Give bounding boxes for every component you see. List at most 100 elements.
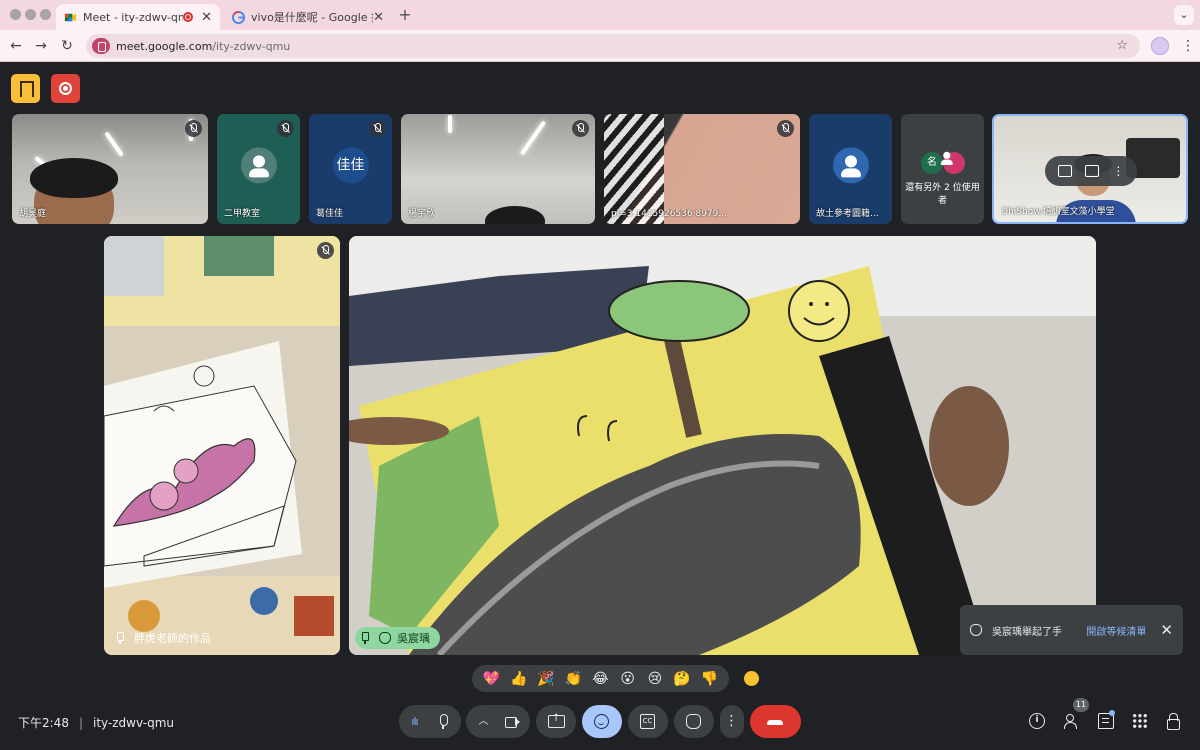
- tab-close-icon[interactable]: ✕: [201, 10, 212, 25]
- mic-off-icon: [185, 120, 202, 137]
- tab-title: Meet - ity-zdwv-qmu: [83, 10, 183, 24]
- browser-toolbar: ← → ↻ meet.google.com/ity-zdwv-qmu ☆: [0, 30, 1200, 62]
- ceiling-light: [448, 115, 452, 133]
- site-info-icon[interactable]: [92, 38, 110, 54]
- presenter-name: 吳宸瑀: [355, 627, 440, 649]
- more-participants-label: 還有另外 2 位使用者: [905, 183, 980, 206]
- open-queue-link[interactable]: 開啟等候清單: [1086, 623, 1146, 638]
- present-screen-icon: [548, 713, 565, 729]
- participant-tile[interactable]: 佳佳 葛佳佳: [309, 114, 392, 224]
- recording-indicator-icon[interactable]: [51, 74, 80, 103]
- meeting-code: ity-zdwv-qmu: [93, 715, 175, 730]
- window-minimize-button[interactable]: [25, 9, 36, 20]
- reaction-thumbs-up-button[interactable]: 👍: [509, 672, 529, 686]
- tab-search-chevron-icon[interactable]: ⌄: [1174, 5, 1194, 25]
- people-icon[interactable]: [1064, 713, 1080, 729]
- pin-icon[interactable]: [114, 632, 126, 644]
- pin-icon[interactable]: [359, 632, 371, 644]
- activities-icon[interactable]: [1132, 713, 1148, 729]
- camera-button[interactable]: [505, 714, 520, 729]
- reaction-heart-button[interactable]: 💖: [482, 672, 502, 686]
- tab-close-icon[interactable]: ✕: [373, 10, 384, 25]
- reaction-surprised-button[interactable]: 😮: [618, 672, 638, 686]
- reaction-thinking-button[interactable]: 🤔: [672, 672, 692, 686]
- recording-icon: [183, 12, 194, 22]
- window-zoom-button[interactable]: [40, 9, 51, 20]
- profile-avatar[interactable]: [1151, 37, 1169, 55]
- reaction-party-button[interactable]: 🎉: [536, 672, 556, 686]
- more-participants-tile[interactable]: 名 還有另外 2 位使用者: [901, 114, 984, 224]
- more-options-icon[interactable]: ⋮: [1112, 164, 1124, 178]
- more-options-button[interactable]: ⋮: [720, 705, 744, 738]
- reload-icon[interactable]: ↻: [59, 38, 75, 54]
- participant-hair: [485, 206, 545, 224]
- reaction-sad-button[interactable]: 😢: [645, 672, 665, 686]
- forward-arrow-icon[interactable]: →: [33, 38, 49, 54]
- emoji-reactions-button[interactable]: [582, 705, 622, 738]
- participant-tile-self[interactable]: ⋮ OhiShow.培訓室文藻小學堂: [992, 114, 1188, 224]
- window-close-button[interactable]: [10, 9, 21, 20]
- reaction-thumbs-down-button[interactable]: 👎: [699, 672, 719, 686]
- chevron-up-icon[interactable]: ︿: [476, 714, 491, 729]
- url-host: meet.google.com: [116, 39, 213, 53]
- effects-icon[interactable]: [1084, 165, 1099, 177]
- frame-icon[interactable]: [1057, 165, 1072, 177]
- participant-tile[interactable]: 二甲教室: [217, 114, 300, 224]
- browser-menu-icon[interactable]: ⋮: [1181, 38, 1195, 54]
- pinned-presentation-left[interactable]: 胖虎老師的作品: [104, 236, 340, 655]
- mic-off-icon: [277, 120, 294, 137]
- raise-hand-button[interactable]: [674, 705, 714, 738]
- participant-tile[interactable]: pi=3.1415926536 8979...: [604, 114, 800, 224]
- meeting-details-icon[interactable]: i: [1029, 713, 1045, 729]
- end-call-button[interactable]: [750, 705, 801, 738]
- bookmark-star-icon[interactable]: ☆: [1116, 38, 1128, 53]
- tab-google-search[interactable]: vivo是什麼呢 - Google 搜尋 ✕: [224, 4, 392, 30]
- participant-tile[interactable]: 胡昊庭: [12, 114, 208, 224]
- divider: |: [78, 715, 83, 730]
- presenter-name-label: 胖虎老師的作品: [134, 632, 211, 645]
- participant-tile[interactable]: 故土參考圖籍...: [809, 114, 892, 224]
- skin-tone-button[interactable]: [744, 671, 759, 686]
- close-icon[interactable]: ✕: [1160, 621, 1173, 639]
- presenter-name-label: 吳宸瑀: [397, 632, 430, 645]
- drawing-video: [349, 236, 1096, 655]
- hand-raised-notification: 吳宸瑀舉起了手 開啟等候清單 ✕: [960, 605, 1183, 655]
- mic-control: ılı: [399, 705, 461, 738]
- back-arrow-icon[interactable]: ←: [8, 38, 24, 54]
- notification-message: 吳宸瑀舉起了手: [992, 626, 1062, 638]
- participant-name: 二甲教室: [224, 209, 261, 219]
- mic-off-icon: [572, 120, 589, 137]
- microphone-button[interactable]: [436, 714, 451, 729]
- participant-name: 胡昊庭: [19, 209, 47, 219]
- reaction-laugh-button[interactable]: 😂: [590, 672, 610, 686]
- participant-name: OhiShow.培訓室文藻小學堂: [1001, 207, 1115, 217]
- host-controls-icon[interactable]: [1166, 713, 1182, 730]
- participant-avatar: 名: [921, 152, 943, 174]
- mic-off-icon: [317, 242, 334, 259]
- chat-unread-dot: [1109, 710, 1115, 716]
- ceiling-light: [519, 120, 547, 156]
- new-tab-button[interactable]: +: [396, 6, 414, 24]
- meeting-door-icon[interactable]: [11, 74, 40, 103]
- participant-name: pi=3.1415926536 8979...: [611, 209, 727, 219]
- audio-level-icon: ılı: [411, 715, 418, 728]
- drawing-video: [104, 236, 340, 655]
- tab-meet[interactable]: Meet - ity-zdwv-qmu ✕: [56, 4, 220, 30]
- google-favicon-icon: [232, 10, 245, 24]
- person-icon: [240, 147, 277, 184]
- more-vert-icon: ⋮: [724, 713, 739, 729]
- hand-icon: [686, 714, 701, 729]
- reaction-clap-button[interactable]: 👏: [563, 672, 583, 686]
- participant-tile[interactable]: 楊宇欣: [401, 114, 595, 224]
- presenter-name: 胖虎老師的作品: [110, 627, 221, 649]
- participant-name: 葛佳佳: [316, 209, 344, 219]
- ceiling-light: [104, 131, 124, 157]
- main-video-stage[interactable]: 吳宸瑀: [349, 236, 1096, 655]
- address-bar[interactable]: meet.google.com/ity-zdwv-qmu ☆: [86, 34, 1140, 58]
- url-path: /ity-zdwv-qmu: [212, 39, 291, 53]
- present-screen-button[interactable]: [536, 705, 576, 738]
- participant-name: 楊宇欣: [408, 209, 436, 219]
- reactions-bar: 💖 👍 🎉 👏 😂 😮 😢 🤔 👎: [472, 665, 729, 692]
- captions-button[interactable]: CC: [628, 705, 668, 738]
- mic-off-icon: [369, 120, 386, 137]
